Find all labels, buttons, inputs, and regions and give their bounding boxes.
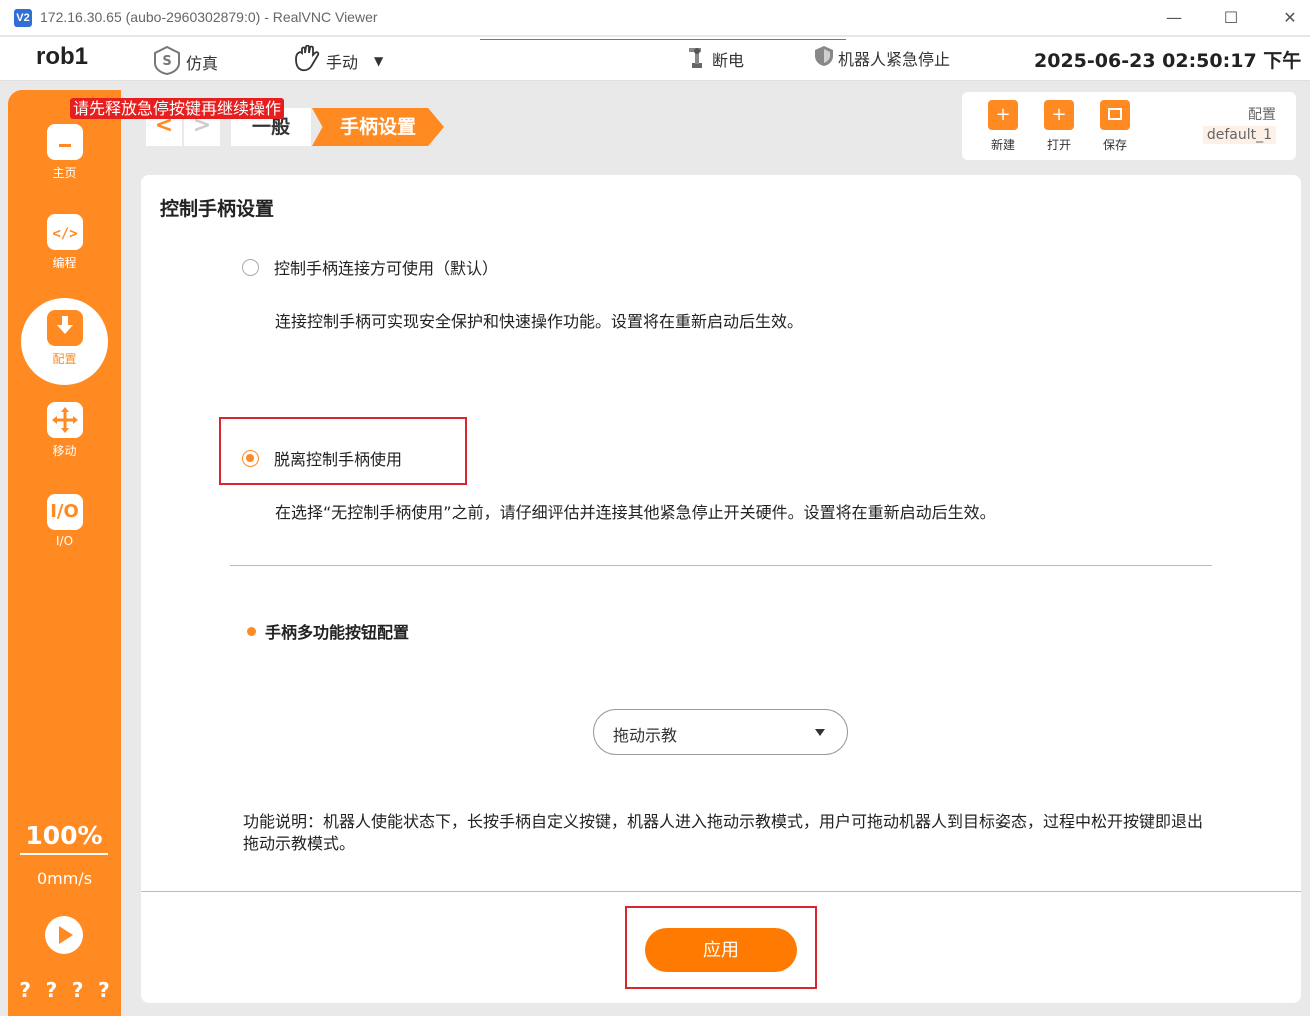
option-without-handle-label: 脱离控制手柄使用 [274, 450, 403, 469]
sidebar-item-move[interactable]: 移动 [8, 402, 121, 459]
open-label: 打开 [1046, 138, 1071, 152]
config-label: 配置 [1248, 107, 1276, 123]
estop-warning-banner: 请先释放急停按键再继续操作 [70, 98, 285, 119]
power-off-label: 断电 [712, 51, 745, 70]
option-with-handle-label: 控制手柄连接方可使用（默认） [274, 259, 499, 278]
footer-divider [141, 891, 1301, 892]
manual-mode-dropdown[interactable]: 手动 ▼ [292, 44, 384, 77]
folder-icon: + [1044, 100, 1074, 130]
bullet-dot [247, 626, 256, 636]
simulation-label: 仿真 [186, 54, 219, 73]
robot-name: rob1 [36, 43, 89, 70]
apply-button[interactable]: 应用 [645, 928, 797, 972]
minimize-button[interactable]: — [1156, 4, 1192, 32]
sidebar-item-io[interactable]: I/O I/O [8, 494, 121, 548]
open-button[interactable]: + 打开 [1037, 100, 1081, 153]
new-file-icon: + [988, 100, 1018, 130]
move-icon [46, 402, 83, 438]
chevron-down-icon [815, 729, 825, 736]
multifunction-dropdown[interactable]: 拖动示教 [593, 709, 848, 755]
chevron-down-icon: ▼ [374, 54, 384, 68]
page-title: 控制手柄设置 [160, 198, 275, 220]
save-button[interactable]: 保存 [1093, 100, 1137, 153]
code-icon: </> [46, 214, 83, 250]
config-icon [46, 310, 83, 346]
config-name[interactable]: default_1 [1202, 126, 1276, 144]
sidebar-item-home[interactable]: 主页 [8, 124, 121, 181]
radio-without-handle[interactable] [242, 449, 259, 467]
shield-icon [814, 45, 834, 71]
power-off-button[interactable]: 断电 [686, 45, 744, 73]
option-without-handle-desc: 在选择“无控制手柄使用”之前，请仔细评估并连接其他紧急停止开关硬件。设置将在重新… [275, 503, 996, 522]
function-description: 功能说明：机器人使能状态下，长按手柄自定义按键，机器人进入拖动示教模式，用户可拖… [243, 812, 1204, 853]
hand-icon [292, 44, 322, 77]
unknown-glyph: ? [98, 978, 110, 1002]
sidebar-item-programming[interactable]: </> 编程 [8, 214, 121, 271]
unknown-glyph: ? [19, 978, 31, 1002]
unknown-glyph: ? [71, 978, 84, 1002]
option-with-handle-desc: 连接控制手柄可实现安全保护和快速操作功能。设置将在重新启动后生效。 [275, 312, 804, 331]
svg-text:S: S [162, 54, 171, 69]
handle-settings-panel: 控制手柄设置 控制手柄连接方可使用（默认） 连接控制手柄可实现安全保护和快速操作… [141, 175, 1301, 1003]
estop-label: 机器人紧急停止 [838, 50, 951, 69]
play-button[interactable] [45, 916, 83, 954]
new-button[interactable]: + 新建 [981, 100, 1025, 153]
multifunction-section-title: 手柄多功能按钮配置 [247, 619, 409, 643]
window-title: 172.16.30.65 (aubo-2960302879:0) - RealV… [40, 9, 378, 25]
app-header: rob1 S 仿真 手动 ▼ 断电 机器人紧急停止 2025-06-23 02:… [0, 37, 1310, 81]
sidebar-bottom-marks: ? ? ? ? [8, 978, 121, 1002]
unknown-glyph: ? [45, 978, 58, 1002]
emergency-stop-button[interactable]: 机器人紧急停止 [814, 45, 950, 71]
datetime-display: 2025-06-23 02:50:17 下午 [1034, 50, 1302, 72]
speed-value: 0mm/s [36, 869, 93, 888]
close-button[interactable]: ✕ [1272, 4, 1308, 32]
config-toolbar: + 新建 + 打开 保存 配置 default_1 [962, 92, 1296, 160]
section-divider [230, 565, 1212, 566]
save-icon [1100, 100, 1130, 130]
home-icon [46, 124, 83, 160]
main-sidebar: 主页 </> 编程 配置 移动 I/O I/O 100% 0mm/s ? ? ?… [8, 90, 121, 1016]
vnc-app-icon: V2 [14, 9, 32, 27]
new-label: 新建 [990, 138, 1015, 152]
svg-text:</>: </> [52, 226, 77, 242]
io-icon: I/O [46, 494, 83, 530]
simulation-toggle[interactable]: S 仿真 [152, 45, 218, 79]
breadcrumb-current: 手柄设置 [312, 108, 444, 146]
radio-with-handle[interactable] [242, 258, 259, 276]
simulation-icon: S [152, 45, 182, 79]
save-label: 保存 [1102, 138, 1127, 152]
speed-percent[interactable]: 100% [20, 821, 108, 855]
header-divider [480, 37, 846, 40]
sidebar-item-config[interactable]: 配置 [8, 310, 121, 367]
robot-arm-icon [686, 45, 708, 73]
window-titlebar: V2 172.16.30.65 (aubo-2960302879:0) - Re… [0, 0, 1310, 36]
option-without-handle[interactable]: 脱离控制手柄使用 [242, 446, 402, 470]
option-with-handle[interactable]: 控制手柄连接方可使用（默认） [242, 255, 498, 279]
dropdown-value: 拖动示教 [613, 726, 678, 745]
manual-label: 手动 [326, 53, 359, 72]
maximize-button[interactable]: ☐ [1213, 4, 1249, 32]
